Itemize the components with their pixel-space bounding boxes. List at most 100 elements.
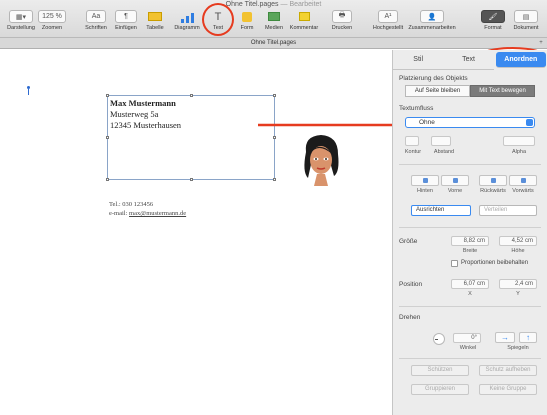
keep-proportions-checkbox[interactable] [451, 260, 458, 267]
zoom-popup: 125 % [38, 10, 66, 23]
keep-proportions-label: Proportionen beibehalten [461, 260, 529, 266]
spacing-field[interactable] [431, 136, 451, 146]
table-icon [146, 10, 164, 23]
placement-segmented: Auf Seite bleiben Mit Text bewegen [405, 85, 535, 97]
angle-label: Winkel [459, 345, 477, 351]
toolbar-zoom-button[interactable]: 125 % Zoomen [32, 10, 72, 31]
distribute-value: Verteilen [484, 207, 508, 213]
front-label: Vorne [447, 188, 463, 194]
resize-handle[interactable] [106, 136, 109, 139]
contact-email-link[interactable]: max@mustermann.de [129, 210, 186, 217]
backward-label: Rückwärts [480, 188, 506, 194]
alpha-field[interactable] [503, 136, 535, 146]
contact-email-label: e-mail: [109, 210, 128, 217]
angle-field[interactable]: 0° [453, 333, 481, 343]
bring-to-front-icon[interactable] [441, 175, 469, 186]
position-x-label: X [468, 291, 472, 297]
contour-field[interactable] [405, 136, 419, 146]
sidebar-icon: ▦▾ [9, 10, 33, 23]
chart-icon [178, 10, 196, 23]
toolbar-superscript-button[interactable]: A¹ Hochgestellt [368, 10, 408, 31]
address-block: Max Mustermann Musterweg 5a 12345 Muster… [110, 98, 181, 131]
resize-handle[interactable] [190, 178, 193, 181]
text-wrap-dropdown[interactable]: Ohne [405, 117, 535, 128]
inspector-tabs: Stil Text Anordnen [393, 50, 547, 70]
bring-forward-icon[interactable] [509, 175, 537, 186]
collaborate-icon: 👤 [420, 10, 444, 23]
divider [399, 227, 541, 228]
height-field[interactable]: 4,52 cm [499, 236, 537, 246]
contour-label: Kontur [404, 149, 422, 155]
toolbar-comment-button[interactable]: Kommentar [284, 10, 324, 31]
width-field[interactable]: 8,82 cm [451, 236, 489, 246]
forward-label: Vorwärts [512, 188, 534, 194]
tab-arrange[interactable]: Anordnen [495, 52, 546, 68]
format-icon: 🖌 [481, 10, 505, 23]
window-title: Ohne Titel.pages — Bearbeitet [225, 1, 322, 8]
annotation-circle-text [202, 3, 234, 36]
media-icon [267, 10, 281, 23]
lock-button[interactable]: Schützen [411, 365, 469, 376]
inspector-panel: Stil Text Anordnen Platzierung des Objek… [392, 50, 547, 415]
toolbar-print-button[interactable]: 🖶 Drucken [322, 10, 362, 31]
document-canvas[interactable]: Max Mustermann Musterweg 5a 12345 Muster… [0, 50, 392, 415]
address-text-box[interactable]: Max Mustermann Musterweg 5a 12345 Muster… [106, 94, 276, 181]
add-tab-button[interactable]: + [537, 38, 545, 48]
send-backward-icon[interactable] [479, 175, 507, 186]
send-to-back-icon[interactable] [411, 175, 439, 186]
divider [399, 358, 541, 359]
unlock-button[interactable]: Schutz aufheben [479, 365, 537, 376]
back-label: Hinten [417, 188, 433, 194]
insert-icon: ¶ [115, 10, 137, 23]
portrait-image[interactable] [296, 132, 346, 188]
resize-handle[interactable] [273, 94, 276, 97]
spacing-label: Abstand [433, 149, 455, 155]
divider [399, 306, 541, 307]
document-icon: ▤ [514, 10, 538, 23]
address-street: Musterweg 5a [110, 109, 159, 119]
position-x-field[interactable]: 6,07 cm [451, 279, 489, 289]
flip-vertical-icon[interactable]: ↑ [519, 332, 537, 343]
text-wrap-value: Ohne [419, 119, 435, 126]
group-button[interactable]: Gruppieren [411, 384, 469, 395]
size-label: Größe [399, 238, 418, 245]
toolbar: Ohne Titel.pages — Bearbeitet ▦▾ Darstel… [0, 0, 547, 38]
distribute-popup[interactable]: Verteilen [479, 205, 537, 216]
contact-block: Tel.: 030 123456 e-mail: max@mustermann.… [109, 200, 186, 218]
align-popup[interactable]: Ausrichten [411, 205, 471, 216]
height-label: Höhe [511, 248, 525, 254]
text-cursor-pin [27, 86, 30, 95]
resize-handle[interactable] [190, 94, 193, 97]
resize-handle[interactable] [273, 178, 276, 181]
position-y-field[interactable]: 2,4 cm [499, 279, 537, 289]
placement-label: Platzierung des Objekts [399, 75, 468, 82]
comment-icon [297, 10, 311, 23]
rotate-label: Drehen [399, 314, 421, 321]
tab-document[interactable]: Ohne Titel.pages [251, 40, 296, 46]
rotate-knob[interactable] [433, 333, 445, 345]
toolbar-document-button[interactable]: ▤ Dokument [506, 10, 546, 31]
fonts-icon: Aa [86, 10, 106, 23]
resize-handle[interactable] [273, 136, 276, 139]
flip-horizontal-icon[interactable]: → [495, 332, 515, 343]
alpha-label: Alpha [511, 149, 527, 155]
tab-bar: Ohne Titel.pages + [0, 38, 547, 49]
resize-handle[interactable] [106, 178, 109, 181]
align-value: Ausrichten [416, 207, 445, 213]
ungroup-button[interactable]: Keine Gruppe [479, 384, 537, 395]
move-with-text-button[interactable]: Mit Text bewegen [470, 85, 535, 97]
tab-text[interactable]: Text [443, 50, 494, 70]
shape-icon [240, 10, 254, 23]
stay-on-page-button[interactable]: Auf Seite bleiben [405, 85, 470, 97]
resize-handle[interactable] [106, 94, 109, 97]
divider [399, 164, 541, 165]
position-label: Position [399, 281, 423, 288]
print-icon: 🖶 [332, 10, 352, 23]
contact-phone: Tel.: 030 123456 [109, 201, 154, 208]
toolbar-collaborate-button[interactable]: 👤 Zusammenarbeiten [408, 10, 456, 31]
text-wrap-label: Textumfluss [399, 105, 434, 112]
address-city: 12345 Musterhausen [110, 120, 182, 130]
annotation-arrow-icon [258, 119, 408, 131]
superscript-icon: A¹ [378, 10, 398, 23]
tab-style[interactable]: Stil [393, 50, 444, 70]
